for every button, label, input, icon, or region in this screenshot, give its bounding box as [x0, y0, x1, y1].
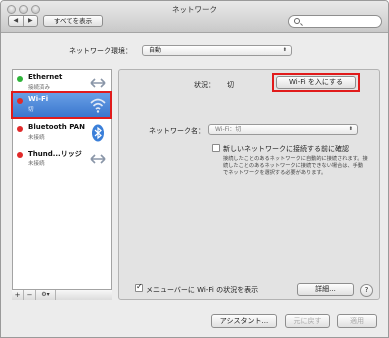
status-dot-green-icon — [17, 76, 23, 82]
service-name: Bluetooth PAN — [28, 123, 85, 131]
add-service-button[interactable]: + — [12, 290, 24, 300]
remove-service-button[interactable]: − — [24, 290, 36, 300]
apply-button[interactable]: 適用 — [337, 314, 377, 328]
status-value: 切 — [227, 81, 234, 89]
status-label: 状況： — [194, 81, 215, 89]
gear-icon[interactable]: ⚙▾ — [36, 290, 56, 300]
service-status: 未接続 — [28, 135, 45, 141]
search-input[interactable] — [288, 15, 382, 28]
network-name-value: Wi-Fi：切 — [215, 126, 242, 133]
network-name-label: ネットワーク名： — [149, 127, 205, 135]
network-name-select[interactable]: Wi-Fi：切 ⬍ — [208, 124, 358, 135]
advanced-button[interactable]: 詳細... — [297, 283, 354, 296]
service-name: Wi-Fi — [28, 95, 49, 103]
service-item-wifi[interactable]: Wi-Fi 切 — [13, 92, 111, 119]
show-all-button[interactable]: すべてを表示 — [43, 15, 103, 27]
detail-panel — [118, 69, 380, 300]
help-button[interactable]: ? — [360, 284, 373, 297]
title-bar: ネットワーク ◀ ▶ すべてを表示 — [1, 1, 388, 33]
back-forward-buttons: ◀ ▶ — [8, 15, 38, 27]
show-in-menubar-checkbox[interactable] — [135, 282, 143, 292]
chevron-updown-icon: ⬍ — [348, 126, 353, 132]
ethernet-arrows-icon — [90, 78, 106, 88]
service-name: Ethernet — [28, 73, 63, 81]
ask-to-join-hint: 接続したことのあるネットワークに自動的に接続されます。接続したことのあるネットワ… — [223, 156, 368, 177]
location-select[interactable]: 自動 ⬍ — [142, 45, 292, 56]
thunderbolt-arrows-icon — [90, 154, 106, 164]
turn-on-highlight-box — [272, 73, 360, 92]
back-icon[interactable]: ◀ — [9, 16, 23, 26]
service-status: 切 — [28, 107, 34, 113]
service-list: Ethernet 接続済み Wi-Fi 切 Bluetooth PAN 未接続 — [12, 69, 112, 300]
show-in-menubar-label: メニューバーに Wi-Fi の状況を表示 — [146, 286, 259, 294]
wifi-icon — [90, 98, 106, 113]
bluetooth-icon — [92, 124, 104, 142]
service-status: 接続済み — [28, 85, 51, 91]
ask-to-join-checkbox[interactable] — [212, 144, 220, 152]
status-dot-red-icon — [17, 126, 23, 132]
network-preferences-window: ネットワーク ◀ ▶ すべてを表示 ネットワーク環境： 自動 ⬍ Etherne… — [0, 0, 389, 338]
status-dot-red-icon — [17, 152, 23, 158]
sidebar-toolbar: + − ⚙▾ — [12, 289, 112, 300]
location-label: ネットワーク環境： — [69, 47, 132, 55]
service-status: 未接続 — [28, 161, 45, 167]
search-icon — [294, 18, 300, 24]
location-value: 自動 — [149, 47, 162, 54]
assist-button[interactable]: アシスタント... — [211, 314, 277, 328]
revert-button[interactable]: 元に戻す — [285, 314, 330, 328]
service-item-thunderbolt-bridge[interactable]: Thund...リッジ 未接続 — [13, 146, 111, 173]
window-title: ネットワーク — [172, 5, 217, 14]
status-dot-red-icon — [17, 98, 23, 104]
chevron-updown-icon: ⬍ — [282, 47, 287, 53]
forward-icon[interactable]: ▶ — [22, 16, 38, 26]
ask-to-join-label: 新しいネットワークに接続する前に確認 — [223, 145, 349, 153]
service-name: Thund...リッジ — [28, 150, 82, 158]
service-item-bluetooth-pan[interactable]: Bluetooth PAN 未接続 — [13, 120, 111, 147]
